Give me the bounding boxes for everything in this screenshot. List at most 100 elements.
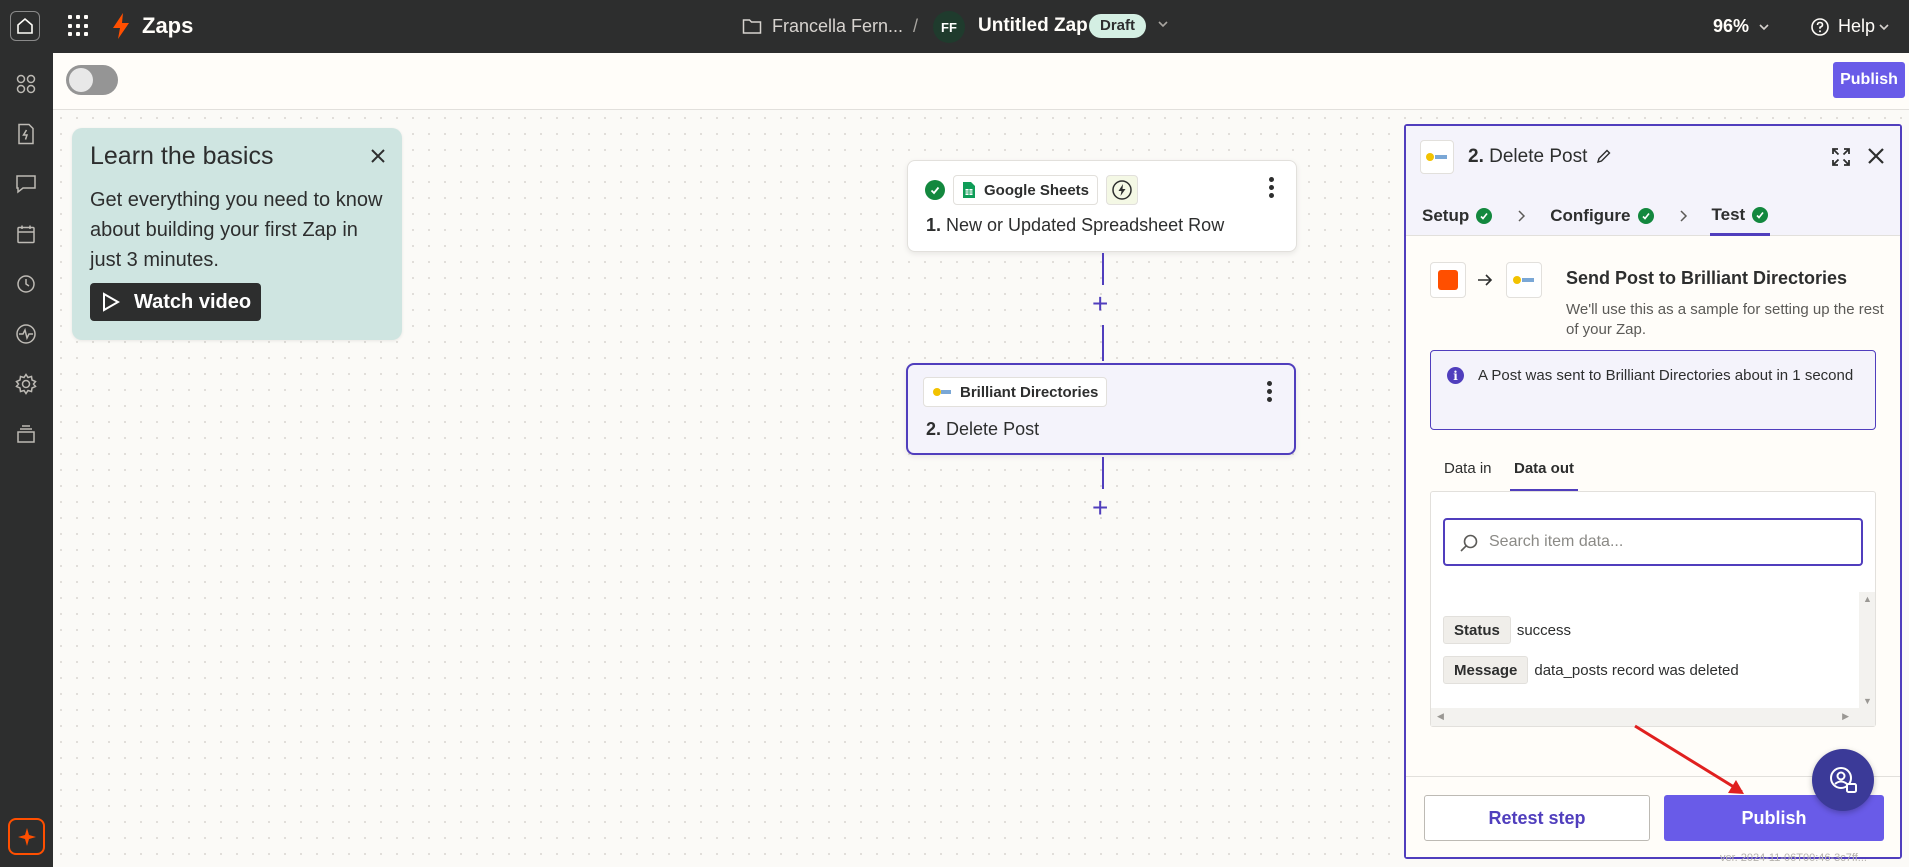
result-row: Status success [1443, 616, 1571, 644]
activity-icon[interactable] [13, 321, 39, 347]
success-check-icon [925, 180, 945, 200]
version-string: ver. 2024-11-06T00:46-3c7ff... [1720, 852, 1867, 864]
app-chip-label: Brilliant Directories [960, 383, 1099, 401]
help-icon[interactable] [1810, 17, 1830, 42]
step-card-trigger[interactable]: Google Sheets 1. New or Updated Spreadsh… [907, 160, 1297, 252]
tab-label: Test [1711, 204, 1746, 224]
chevron-down-icon[interactable] [1156, 17, 1170, 36]
success-check-icon [1637, 208, 1654, 224]
retest-step-button[interactable]: Retest step [1424, 795, 1650, 841]
info-message: A Post was sent to Brilliant Directories… [1478, 367, 1854, 384]
panel-step-title[interactable]: 2. Delete Post [1468, 146, 1587, 168]
history-icon[interactable] [13, 271, 39, 297]
editor-toolbar: Publish [53, 53, 1909, 110]
chat-icon[interactable] [13, 171, 39, 197]
learn-card-title: Learn the basics [90, 142, 274, 170]
home-icon[interactable] [10, 11, 40, 41]
apps-icon[interactable] [13, 71, 39, 97]
learn-basics-card: Learn the basics Get everything you need… [72, 128, 402, 340]
step-label: 1. New or Updated Spreadsheet Row [926, 215, 1224, 236]
play-icon [103, 292, 120, 312]
calendar-icon[interactable] [13, 221, 39, 247]
support-chat-icon[interactable] [1812, 749, 1874, 811]
status-badge: Draft [1089, 14, 1147, 38]
step-connector [1102, 457, 1104, 489]
result-value[interactable]: success [1517, 622, 1571, 639]
add-step-plus-icon[interactable]: + [1092, 290, 1108, 318]
watch-video-label: Watch video [134, 290, 252, 313]
step-card-action-selected[interactable]: Brilliant Directories 2. Delete Post [906, 363, 1296, 455]
panel-step-name: Delete Post [1489, 146, 1588, 167]
annotation-arrow-icon [1630, 720, 1760, 805]
add-step-plus-icon[interactable]: + [1092, 494, 1108, 522]
brilliant-directories-logo-icon [933, 388, 951, 396]
instant-trigger-icon [1106, 175, 1139, 205]
breadcrumb-separator: / [913, 16, 919, 36]
tab-data-in[interactable]: Data in [1444, 451, 1492, 491]
step-title: Delete Post [946, 419, 1040, 439]
close-icon[interactable] [370, 148, 386, 169]
panel-tabs: Setup Configure Test [1420, 196, 1771, 236]
toggle-knob [69, 68, 93, 92]
zoom-level[interactable]: 96% [1713, 16, 1749, 37]
success-check-icon [1476, 208, 1493, 224]
panel-step-number: 2. [1468, 146, 1484, 167]
brilliant-directories-logo-icon [1420, 140, 1454, 174]
chevron-down-icon[interactable] [1758, 20, 1770, 38]
google-sheets-icon [963, 182, 975, 198]
top-bar: Zaps Francella Fern... / FF Untitled Zap… [0, 0, 1909, 53]
success-check-icon [1752, 206, 1769, 223]
panel-header: 2. Delete Post Setup Configure Test [1406, 126, 1900, 236]
zap-file-icon[interactable] [13, 121, 39, 147]
settings-gear-icon[interactable] [13, 371, 39, 397]
tab-test[interactable]: Test [1709, 196, 1771, 236]
app-chip-label: Google Sheets [984, 181, 1090, 199]
step-number: 1. [926, 215, 942, 235]
step-menu-icon[interactable] [1267, 381, 1272, 402]
tab-label: Configure [1550, 206, 1631, 225]
result-key[interactable]: Message [1443, 656, 1529, 684]
info-alert: i A Post was sent to Brilliant Directori… [1430, 350, 1876, 430]
app-chip-brilliant-directories: Brilliant Directories [923, 377, 1108, 407]
publish-button-top[interactable]: Publish [1833, 62, 1905, 98]
search-field[interactable] [1443, 518, 1863, 566]
result-row: Message data_posts record was deleted [1443, 656, 1739, 684]
arrow-right-icon [1476, 271, 1494, 294]
send-subtitle: We'll use this as a sample for setting u… [1566, 301, 1884, 338]
tab-data-out[interactable]: Data out [1510, 451, 1578, 491]
layers-icon[interactable] [13, 421, 39, 447]
tab-setup[interactable]: Setup [1420, 196, 1494, 236]
result-value[interactable]: data_posts record was deleted [1534, 662, 1738, 679]
help-label[interactable]: Help [1838, 16, 1875, 37]
folder-breadcrumb[interactable]: Francella Fern... [772, 16, 903, 37]
app-chip-google-sheets: Google Sheets [953, 175, 1099, 205]
search-input[interactable] [1489, 530, 1849, 554]
avatar[interactable]: FF [933, 11, 965, 43]
step-connector [1102, 253, 1104, 285]
info-icon: i [1447, 367, 1464, 384]
data-out-box: Status success Message data_posts record… [1430, 491, 1876, 727]
chevron-right-icon [1516, 209, 1526, 223]
apps-grid-icon[interactable] [68, 15, 90, 37]
result-key[interactable]: Status [1443, 616, 1511, 644]
step-menu-icon[interactable] [1269, 177, 1274, 198]
step-connector [1102, 325, 1104, 361]
left-rail [0, 53, 53, 867]
ai-sparkle-icon[interactable] [8, 818, 45, 855]
chevron-right-icon [1678, 209, 1688, 223]
app-name[interactable]: Zaps [142, 13, 193, 39]
tab-configure[interactable]: Configure [1548, 196, 1655, 236]
zap-on-off-toggle[interactable] [66, 65, 118, 95]
zap-title[interactable]: Untitled Zap [978, 15, 1088, 37]
vertical-scrollbar[interactable]: ▲ ▼ [1859, 592, 1875, 708]
zaps-bolt-icon [110, 12, 132, 45]
close-icon[interactable] [1867, 147, 1885, 170]
learn-card-body: Get everything you need to know about bu… [90, 189, 383, 271]
step-number: 2. [926, 419, 942, 439]
expand-icon[interactable] [1831, 147, 1851, 172]
folder-icon [742, 17, 762, 40]
data-tabs: Data in Data out [1430, 451, 1876, 491]
chevron-down-icon[interactable] [1878, 20, 1890, 38]
edit-pencil-icon[interactable] [1596, 148, 1612, 169]
watch-video-button[interactable]: Watch video [90, 283, 262, 321]
